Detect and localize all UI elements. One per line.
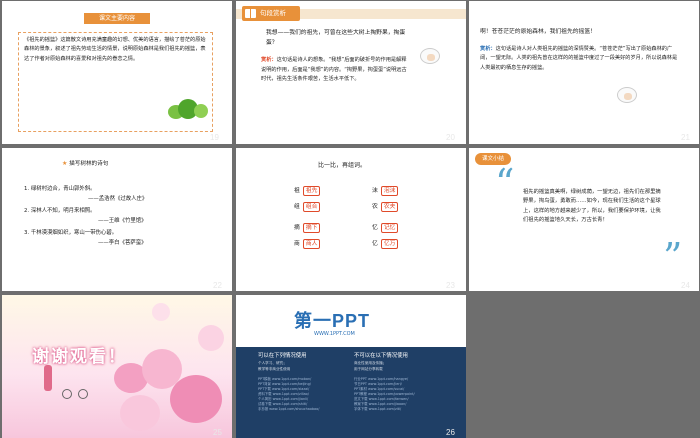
book-icon	[245, 9, 256, 18]
slide-23[interactable]: 比一比，再组词。 祖祖先 沫泡沫 组组合 农农夫 摘摘下 忆记忆 商商人 亿亿万	[236, 148, 466, 291]
analysis-body: 这句话是诗人的想象。“我想”后面的破折号的作用是解释说明的作用，后面是“我想”的…	[261, 57, 407, 82]
slide-19[interactable]: 课文主要内容 《祖先的摇篮》这篇散文诗用充满童趣的幻想、优美的语言，描绘了苍茫的…	[2, 1, 232, 144]
poem-line: 1. 绿树村边合，青山郭外斜。	[24, 186, 96, 192]
close-quote-icon: ”	[663, 235, 683, 279]
word-pair: 摘摘下	[294, 222, 321, 233]
slide-number: 23	[446, 281, 455, 290]
disallowed-text: 商业性使用及传播； 用于网站分享转载	[354, 361, 387, 371]
slide-number: 24	[681, 281, 690, 290]
slide-25[interactable]: 谢谢观看！	[2, 295, 232, 438]
title-text: 描写树林的诗句	[69, 161, 109, 167]
word-pair: 商商人	[294, 238, 321, 249]
brand-logo: 第一PPT	[294, 311, 371, 331]
slide-21[interactable]: 啊！苍苍茫茫的原始森林，我们祖先的摇篮！ 赏析：这句话是诗人对人类祖先的摇篮的深…	[469, 1, 699, 144]
flower-icon	[170, 375, 222, 423]
slide-26[interactable]: 第一PPT WWW.1PPT.COM 可以在下列情况使用 不可以在以下情况使用 …	[236, 295, 466, 438]
poem-source: ——李白《菩萨蛮》	[98, 240, 147, 246]
flower-icon	[198, 325, 224, 351]
slide-20[interactable]: 句段赏析 我想——我们的祖先，可曾在这些大树上掏野果，掏蛋蛋？ 赏析：这句话是诗…	[236, 1, 466, 144]
word-pair: 沫泡沫	[372, 185, 399, 196]
poem-source: ——王维《竹里馆》	[98, 218, 147, 224]
header-label: 句段赏析	[260, 9, 286, 17]
slide-number: 26	[446, 428, 455, 437]
poem-line: 3. 千林漠漠烟如织，寒山一带伤心碧。	[24, 230, 118, 236]
sheep-icon	[420, 48, 440, 64]
analysis-label: 赏析：	[480, 46, 496, 52]
analysis-label: 赏析：	[261, 57, 277, 63]
open-quote-icon: “	[495, 161, 515, 205]
summary-text: 祖先的摇篮真美啊，绿树成荫，一望无边，祖先们在那里摘野果，掏鸟蛋，勇敢而……如今…	[523, 189, 661, 224]
section-banner: 课文主要内容	[84, 13, 150, 24]
link-item[interactable]: 字体下载 www.1ppt.com/ziti/	[354, 407, 415, 412]
link-item[interactable]: 手抄报 www.1ppt.com/shouchaobao/	[258, 407, 319, 412]
slide-header: 句段赏析	[236, 1, 466, 23]
slide-title: ★ 描写树林的诗句	[62, 159, 108, 167]
disallowed-title: 不可以在以下情况使用	[354, 353, 408, 359]
star-icon: ★	[62, 160, 68, 167]
sheep-icon	[617, 87, 637, 103]
link-list: PPT模板 www.1ppt.com/moban/ PPT背景 www.1ppt…	[258, 377, 319, 412]
brand-url: WWW.1PPT.COM	[314, 331, 355, 337]
girl-figure	[44, 365, 52, 391]
flower-icon	[152, 303, 170, 321]
tree-icon	[194, 104, 208, 118]
thanks-title: 谢谢观看！	[32, 347, 127, 367]
slide-title: 比一比，再组词。	[318, 162, 367, 169]
allowed-text: 个人学习、研究； 教学等非商业性使用	[258, 361, 291, 371]
poem-line: 2. 深林人不知，明月来相照。	[24, 208, 96, 214]
word-pair: 组组合	[294, 201, 321, 212]
bicycle-icon	[62, 385, 88, 399]
flower-icon	[120, 395, 160, 431]
analysis-body: 这句话是诗人对人类祖先的摇篮的深情赞美。“苍苍茫茫”写出了原始森林的广阔，一望无…	[480, 46, 678, 71]
slide-24[interactable]: 课文小结 “ ” 祖先的摇篮真美啊，绿树成荫，一望无边，祖先们在那里摘野果，掏鸟…	[469, 148, 699, 291]
quote-text: 我想——我们的祖先，可曾在这些大树上掏野果，掏蛋蛋？	[266, 30, 406, 46]
link-list: 行业PPT www.1ppt.com/hangye/ 节日PPT www.1pp…	[354, 377, 415, 412]
word-pair: 祖祖先	[294, 185, 321, 196]
word-pair: 农农夫	[372, 201, 399, 212]
word-pair: 忆记忆	[372, 222, 399, 233]
analysis-text: 赏析：这句话是诗人的想象。“我想”后面的破折号的作用是解释说明的作用，后面是“我…	[261, 56, 409, 85]
word-pair: 亿亿万	[372, 238, 399, 249]
poem-source: ——孟浩然《过故人庄》	[88, 196, 148, 202]
analysis-text: 赏析：这句话是诗人对人类祖先的摇篮的深情赞美。“苍苍茫茫”写出了原始森林的广阔，…	[480, 45, 680, 73]
quote-text: 啊！苍苍茫茫的原始森林，我们祖先的摇篮！	[480, 29, 596, 35]
slide-22[interactable]: ★ 描写树林的诗句 1. 绿树村边合，青山郭外斜。 ——孟浩然《过故人庄》 2.…	[2, 148, 232, 291]
allowed-title: 可以在下列情况使用	[258, 353, 307, 359]
